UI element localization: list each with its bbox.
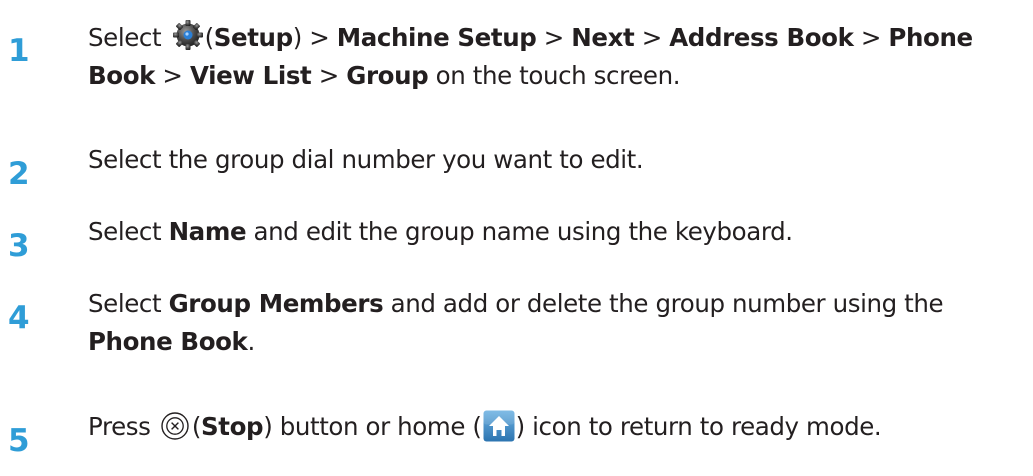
step-line: Select the group dial number you want to…: [88, 141, 644, 179]
step-number: 3: [8, 228, 30, 264]
step-number: 5: [8, 423, 30, 459]
bold-run: Book: [88, 61, 156, 90]
text-run: Select: [88, 23, 169, 52]
text-run: >: [853, 23, 889, 52]
text-run: Press: [88, 412, 158, 441]
step-text: Select Group Members and add or delete t…: [88, 285, 944, 361]
text-run: ) >: [292, 23, 337, 52]
text-run: .: [247, 327, 255, 356]
text-run: >: [311, 61, 347, 90]
step-text: Select Name and edit the group name usin…: [88, 213, 793, 251]
stop-icon: [160, 411, 190, 441]
text-run: Select: [88, 289, 169, 318]
bold-run: Machine Setup: [336, 23, 537, 52]
text-run: (: [204, 23, 215, 52]
step-number: 4: [8, 300, 30, 336]
bold-run: Stop: [201, 412, 264, 441]
text-run: >: [634, 23, 670, 52]
bold-run: Name: [168, 217, 247, 246]
step-line: Select Group Members and add or delete t…: [88, 285, 944, 323]
bold-run: Phone Book: [88, 327, 248, 356]
step-line: Select (Setup) > Machine Setup > Next > …: [88, 18, 973, 57]
text-run: >: [155, 61, 190, 90]
step-line: Phone Book.: [88, 323, 943, 361]
bold-run: Phone: [888, 23, 973, 52]
text-run: ) button or home (: [263, 412, 482, 441]
step-line: Press (Stop) button or home () icon to …: [88, 408, 882, 446]
text-run: and edit the group name using the keyboa…: [246, 217, 794, 246]
home-icon: [483, 410, 515, 442]
gear-icon: [171, 18, 205, 52]
bold-run: Address Book: [669, 23, 854, 52]
step-line: Book > View List > Group on the touch sc…: [88, 57, 973, 95]
bold-run: Group: [346, 61, 429, 90]
text-run: on the touch screen.: [428, 61, 681, 90]
text-run: and add or delete the group number using…: [383, 289, 944, 318]
step-text: Select the group dial number you want to…: [88, 141, 644, 179]
bold-run: Next: [571, 23, 635, 52]
step-line: Select Name and edit the group name usin…: [88, 213, 793, 251]
text-run: Select: [88, 217, 169, 246]
step-number: 2: [8, 156, 30, 192]
bold-run: Setup: [213, 23, 293, 52]
text-run: (: [191, 412, 202, 441]
bold-run: View List: [189, 61, 312, 90]
step-number: 1: [8, 33, 30, 69]
text-run: Select the group dial number you want to…: [88, 145, 644, 174]
text-run: ) icon to return to ready mode.: [515, 412, 882, 441]
step-text: Press (Stop) button or home () icon to …: [88, 408, 882, 446]
text-run: >: [536, 23, 572, 52]
step-text: Select (Setup) > Machine Setup > Next > …: [88, 18, 973, 95]
bold-run: Group Members: [168, 289, 384, 318]
